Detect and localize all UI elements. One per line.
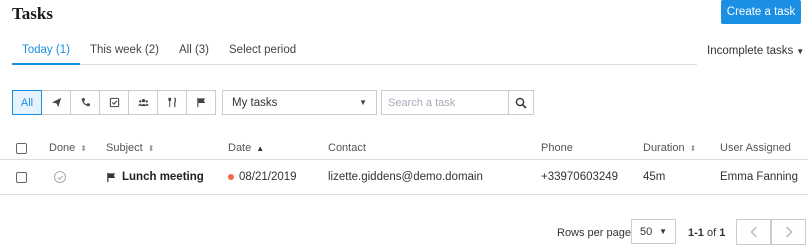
checkbox-icon: [109, 97, 119, 108]
tab-all[interactable]: All (3): [169, 38, 219, 65]
task-subject[interactable]: Lunch meeting: [106, 160, 204, 194]
search-input[interactable]: [381, 90, 508, 115]
next-page-button[interactable]: [771, 219, 806, 245]
page-title: Tasks: [12, 4, 53, 23]
type-filter-meeting[interactable]: [129, 90, 158, 115]
task-phone: +33970603249: [541, 171, 619, 183]
task-duration: 45m: [643, 171, 666, 183]
task-subject-text: Lunch meeting: [122, 171, 204, 183]
search-button[interactable]: [508, 90, 534, 115]
owner-filter-select[interactable]: My tasks ▼: [222, 90, 377, 115]
sort-icon: ⬍: [147, 143, 155, 153]
rows-per-page-value: 50: [640, 225, 653, 238]
check-icon: [57, 174, 63, 180]
rows-per-page-select[interactable]: 50 ▼: [631, 219, 676, 244]
task-user: Emma Fanning: [720, 171, 798, 183]
table-row[interactable]: Lunch meeting 08/21/2019 lizette.giddens…: [0, 160, 808, 195]
row-select-checkbox[interactable]: [16, 160, 27, 194]
tab-this-week[interactable]: This week (2): [80, 38, 169, 65]
type-filter-call[interactable]: [71, 90, 100, 115]
mark-done-toggle[interactable]: [54, 160, 66, 194]
sort-ascending-icon: ▲: [256, 143, 265, 153]
status-filter-dropdown[interactable]: Incomplete tasks ▼: [707, 45, 804, 57]
previous-page-button[interactable]: [736, 219, 771, 245]
tab-select-period[interactable]: Select period: [219, 38, 306, 65]
task-date-text: 08/21/2019: [239, 171, 297, 183]
chevron-right-icon: [785, 226, 793, 238]
flag-icon: [107, 172, 116, 182]
send-icon: [51, 97, 61, 108]
type-filter-email[interactable]: [42, 90, 71, 115]
task-type-filter: All: [12, 90, 216, 115]
sort-icon: ⬍: [689, 143, 697, 153]
task-date: 08/21/2019: [228, 160, 297, 194]
chevron-left-icon: [749, 226, 757, 238]
column-header-subject[interactable]: Subject ⬍: [106, 137, 154, 159]
column-header-user: User Assigned: [720, 142, 791, 154]
rows-per-page-label: Rows per page: [557, 227, 631, 239]
column-header-phone: Phone: [541, 142, 573, 154]
select-all-checkbox[interactable]: [16, 137, 27, 159]
column-header-date[interactable]: Date ▲: [228, 137, 264, 159]
task-contact[interactable]: lizette.giddens@demo.domain: [328, 160, 483, 194]
type-filter-lunch[interactable]: [158, 90, 187, 115]
type-filter-all[interactable]: All: [12, 90, 42, 115]
status-filter-label: Incomplete tasks: [707, 45, 794, 57]
fork-knife-icon: [167, 97, 176, 108]
column-header-done[interactable]: Done ⬍: [49, 137, 87, 159]
column-header-duration[interactable]: Duration ⬍: [643, 137, 696, 159]
flag-icon: [196, 97, 205, 108]
caret-down-icon: ▼: [796, 47, 805, 56]
search-icon: [515, 97, 527, 109]
period-tabs: Today (1) This week (2) All (3) Select p…: [12, 38, 697, 65]
overdue-dot-icon: [228, 174, 234, 180]
phone-icon: [81, 97, 90, 107]
column-header-contact: Contact: [328, 142, 366, 154]
caret-down-icon: ▼: [659, 227, 667, 236]
create-task-button[interactable]: Create a task: [721, 0, 801, 24]
type-filter-deadline[interactable]: [187, 90, 216, 115]
type-filter-todo[interactable]: [100, 90, 129, 115]
people-icon: [137, 99, 149, 107]
tab-today[interactable]: Today (1): [12, 38, 80, 65]
table-header: Done ⬍ Subject ⬍ Date ▲ Contact Phone Durat…: [0, 137, 808, 160]
pagination-range: 1-1 of 1: [688, 227, 726, 239]
caret-down-icon: ▼: [359, 98, 367, 107]
owner-filter-value: My tasks: [232, 96, 278, 109]
sort-icon: ⬍: [80, 143, 87, 153]
